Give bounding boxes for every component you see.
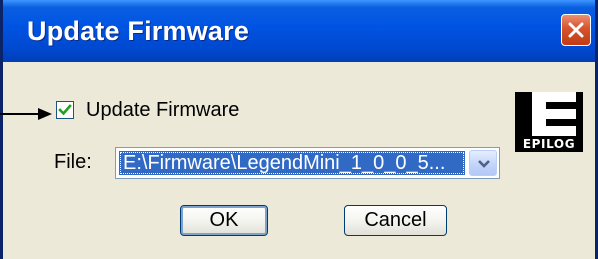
epilog-e-icon xyxy=(522,92,576,136)
close-button[interactable] xyxy=(561,14,591,46)
cancel-button[interactable]: Cancel xyxy=(344,205,447,236)
file-dropdown[interactable]: E:\Firmware\LegendMini_1_0_0_5... xyxy=(115,147,500,179)
title-bar[interactable]: Update Firmware xyxy=(3,0,595,62)
epilog-logo: EPILOG xyxy=(515,92,583,152)
dialog-body: Update Firmware EPILOG File: E:\Firmware… xyxy=(0,62,595,259)
epilog-logo-text: EPILOG xyxy=(522,137,576,151)
chevron-down-icon xyxy=(478,160,490,168)
dialog-title: Update Firmware xyxy=(27,16,250,46)
close-icon xyxy=(568,22,584,38)
file-dropdown-value[interactable]: E:\Firmware\LegendMini_1_0_0_5... xyxy=(119,151,465,175)
update-firmware-checkbox[interactable] xyxy=(56,101,74,119)
update-firmware-checkbox-label[interactable]: Update Firmware xyxy=(86,99,239,122)
file-dropdown-button[interactable] xyxy=(469,150,497,176)
arrow-right-icon xyxy=(0,107,52,126)
update-firmware-dialog: Update Firmware Update Firmware EPILOG F… xyxy=(0,0,598,259)
checkmark-icon xyxy=(58,104,72,116)
ok-button[interactable]: OK xyxy=(180,205,268,236)
file-label: File: xyxy=(54,151,92,173)
